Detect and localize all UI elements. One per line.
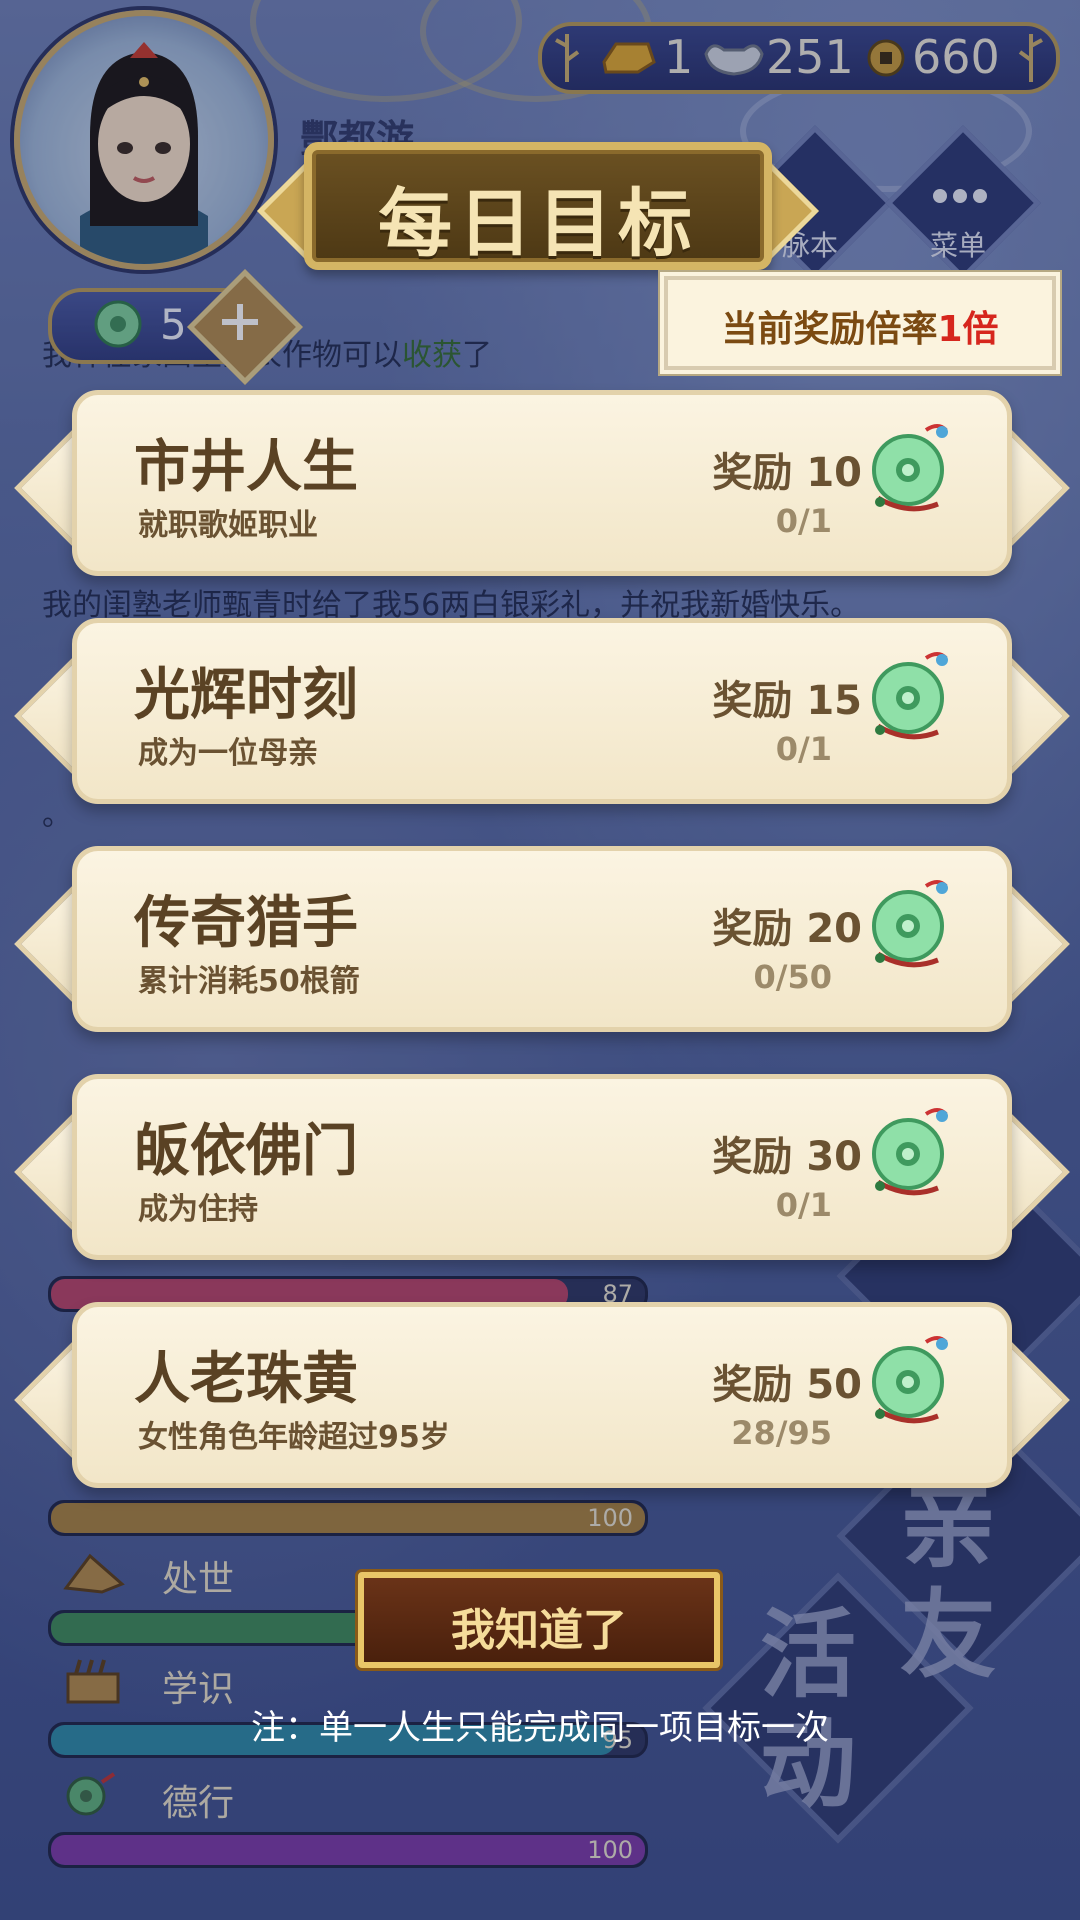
goal-card[interactable]: 光辉时刻成为一位母亲 奖励 15 0/1	[14, 618, 1070, 804]
goal-title: 皈依佛门	[134, 1119, 358, 1184]
goal-description: 女性角色年龄超过95岁	[138, 1420, 450, 1455]
jade-reward-icon	[868, 1104, 952, 1204]
goal-title: 市井人生	[134, 435, 358, 500]
goal-reward: 奖励 10	[712, 450, 862, 496]
goal-card[interactable]: 皈依佛门成为住持 奖励 30 0/1	[14, 1074, 1070, 1260]
goal-reward-amount: 15	[806, 678, 862, 724]
jade-reward-icon	[868, 1332, 952, 1432]
goal-reward: 奖励 20	[712, 906, 862, 952]
jade-reward-icon	[868, 420, 952, 520]
goal-title: 光辉时刻	[134, 663, 358, 728]
jade-reward-icon	[868, 876, 952, 976]
goal-title: 传奇猎手	[134, 891, 358, 956]
goal-progress: 28/95	[731, 1414, 832, 1452]
goal-title: 人老珠黄	[134, 1347, 358, 1412]
confirm-button-label: 我知道了	[451, 1605, 627, 1656]
confirm-button[interactable]: 我知道了	[358, 1572, 720, 1668]
goal-progress: 0/1	[775, 730, 832, 768]
reward-multiplier: 当前奖励倍率1倍	[664, 276, 1056, 370]
goal-card[interactable]: 传奇猎手累计消耗50根箭 奖励 20 0/50	[14, 846, 1070, 1032]
goal-card[interactable]: 人老珠黄女性角色年龄超过95岁 奖励 50 28/95	[14, 1302, 1070, 1488]
goal-reward-amount: 10	[806, 450, 862, 496]
jade-reward-icon	[868, 648, 952, 748]
goal-reward-amount: 50	[806, 1362, 862, 1408]
goal-description: 累计消耗50根箭	[138, 964, 360, 999]
goal-note: 注：单一人生只能完成同一项目标一次	[251, 1708, 829, 1748]
goal-description: 成为住持	[138, 1192, 258, 1227]
goal-reward: 奖励 15	[712, 678, 862, 724]
goal-reward-amount: 30	[806, 1134, 862, 1180]
goal-progress: 0/50	[753, 958, 832, 996]
goal-reward: 奖励 50	[712, 1362, 862, 1408]
goal-description: 成为一位母亲	[138, 736, 318, 771]
goal-reward: 奖励 30	[712, 1134, 862, 1180]
daily-goals-title: 每日目标	[257, 142, 819, 270]
goal-progress: 0/1	[775, 1186, 832, 1224]
goal-description: 就职歌姬职业	[138, 508, 318, 543]
goal-reward-amount: 20	[806, 906, 862, 952]
goal-card[interactable]: 市井人生就职歌姬职业 奖励 10 0/1	[14, 390, 1070, 576]
multiplier-value: 1倍	[937, 309, 999, 350]
goal-progress: 0/1	[775, 502, 832, 540]
dialog-title: 每日目标	[378, 181, 698, 267]
